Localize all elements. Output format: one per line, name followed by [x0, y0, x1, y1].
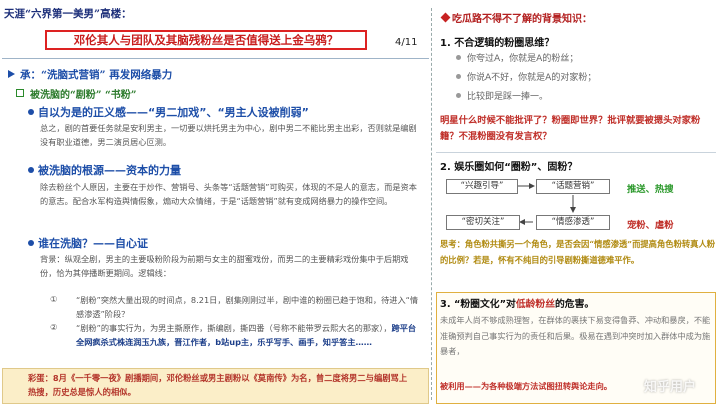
q3-heading-prefix: 3. “粉圈文化”对 — [440, 299, 516, 310]
divider-right — [436, 152, 716, 153]
item-number: ① — [50, 294, 58, 304]
item-2-plain: “剧粉”的事实行为，为男主撕原作，撕编剧，撕四番（号称不能带罗云熙大名的那家）， — [76, 323, 392, 333]
column-divider — [431, 8, 432, 400]
point-3-item-1: “剧粉”突然大量出现的时间点，8.21日，剧集刚刚过半，剧中谁的粉圈已趋于饱和，… — [76, 295, 419, 319]
list-dot-icon — [456, 93, 461, 98]
section-subtitle: 被洗脑的“剧粉” “书粉” — [30, 90, 137, 101]
label-push-trending: 推送、热搜 — [627, 184, 674, 195]
point-3-title: 谁在洗脑？——自心证 — [38, 237, 148, 250]
q3-heading: 3. “粉圈文化”对低龄粉丝的危害。 — [440, 296, 594, 310]
point-1-text: 总之，剧的首要任务就是安利男主，一切要以烘托男主为中心，剧中男二不能比男主出彩，… — [40, 123, 417, 147]
point-2-text: 除去粉丝个人原因，主要在于炒作、营销号、头条等“话题营销”可购买，体现的不是人的… — [40, 182, 417, 206]
list-dot-icon — [456, 74, 461, 79]
q3-heading-highlight: 低龄粉丝 — [515, 299, 555, 310]
think-note: 思考：角色粉共撕另一个角色，是否会因“情感渗透”而提高角色粉转真人粉的比例？若是… — [440, 239, 716, 265]
divider-top — [2, 58, 429, 59]
section-title: 承：“洗脑式营销” 再发网络暴力 — [20, 69, 173, 81]
q3-text: 未成年人尚不够成熟理智，在群体的裹挟下易变得鲁莽、冲动和暴戾，不能准确预判自己事… — [440, 315, 711, 356]
flow-box-topic: “话题营销” — [536, 179, 610, 194]
label-pamper-torment: 宠粉、虐粉 — [627, 220, 674, 231]
right-title: 吃瓜路不得不了解的背景知识： — [452, 14, 592, 25]
bottom-note: 彩蛋：8月《一千零一夜》剧播期间，邓伦粉丝或男主剧粉以《莫南传》为名，曾二度将男… — [28, 373, 408, 397]
bullet-dot-icon — [28, 109, 34, 115]
flow-box-interest: “兴趣引导” — [446, 179, 518, 194]
checkbox-bullet-icon — [16, 89, 24, 97]
list-dot-icon — [456, 55, 461, 60]
page-indicator: 4/11 — [395, 37, 418, 48]
q3-heading-suffix: 的危害。 — [555, 299, 595, 310]
watermark: 知乎用户 — [644, 380, 697, 395]
point-2-title: 被洗脑的根源——资本的力量 — [38, 164, 181, 177]
q1-item-1: 你夸过A，你就是A的粉丝； — [467, 54, 579, 64]
point-1-title: 自以为是的正义感——“男二加戏”、“男主人设被削弱” — [38, 106, 309, 119]
question-banner: 邓伦其人与团队及其脑残粉丝是否值得送上金乌鸦？ — [45, 30, 367, 50]
triangle-bullet-icon — [8, 70, 15, 78]
red-question: 明星什么时候不能批评了？粉圈即世界？批评就要被摁头对家粉籍？不混粉圈没有发言权？ — [440, 115, 701, 142]
bullet-dot-icon — [28, 167, 34, 173]
q2-heading: 2. 娱乐圈如何“圈粉”、固粉？ — [440, 162, 578, 173]
q1-heading: 1. 不合逻辑的粉圈思维？ — [440, 38, 555, 49]
flow-box-follow: “密切关注” — [446, 215, 520, 230]
item-number: ② — [50, 322, 58, 332]
bullet-dot-icon — [28, 240, 34, 246]
flow-box-emotion: “情感渗透” — [536, 215, 610, 230]
series-title: 天涯“六界第一美男”高楼： — [4, 8, 132, 20]
q1-item-2: 你说A不好，你就是A的对家粉； — [467, 73, 597, 83]
point-3-text: 背景：纵观全剧，男主的主要吸粉阶段为前期与女主的甜蜜戏份，而男二的主要精彩戏份集… — [40, 254, 409, 278]
q1-item-3: 比较即是踩一捧一。 — [467, 92, 549, 102]
slide: 天涯“六界第一美男”高楼： 邓伦其人与团队及其脑残粉丝是否值得送上金乌鸦？ 4/… — [0, 0, 720, 407]
point-3-item-2: “剧粉”的事实行为，为男主撕原作，撕编剧，撕四番（号称不能带罗云熙大名的那家），… — [76, 322, 420, 349]
